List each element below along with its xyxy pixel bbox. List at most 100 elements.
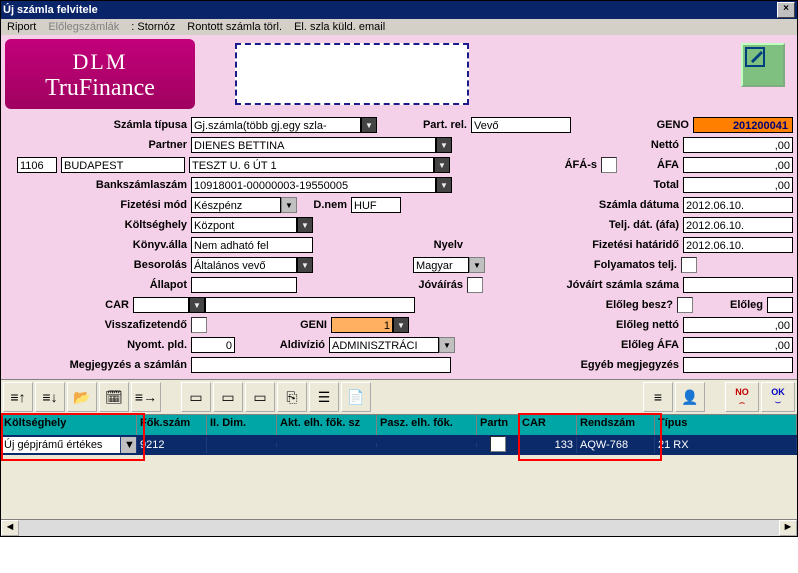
tool-sort-asc[interactable]: ≡↑ (3, 382, 33, 412)
menu-storno[interactable]: : Stornóz (131, 21, 175, 33)
col-aktelh[interactable]: Akt. elh. fők. sz (277, 415, 377, 435)
tool-card1-icon[interactable]: ▭ (181, 382, 211, 412)
cell-iidim[interactable] (207, 443, 277, 447)
label-eloleg: Előleg (693, 299, 767, 311)
field-bankszamlaszam[interactable]: 10918001-00000003-19550005 (191, 177, 436, 193)
col-paszelh[interactable]: Pasz. elh. fők. (377, 415, 477, 435)
cell-partn[interactable] (477, 434, 519, 457)
menu-rontott[interactable]: Rontott számla törl. (187, 21, 282, 33)
data-grid[interactable]: Költséghely Fők.szám II. Dim. Akt. elh. … (1, 415, 797, 536)
dropdown-fizetesi-mod[interactable]: ▼ (281, 197, 297, 213)
no-button[interactable]: NO⌢ (725, 382, 759, 412)
field-allapot (191, 277, 297, 293)
col-rendszam[interactable]: Rendszám (577, 415, 655, 435)
dropdown-besorolas[interactable]: ▼ (297, 257, 313, 273)
dropdown-koltseghely[interactable]: ▼ (297, 217, 313, 233)
field-varos[interactable]: BUDAPEST (61, 157, 185, 173)
dropdown-aldivizio[interactable]: ▼ (439, 337, 455, 353)
cell-koltseghely-drop[interactable]: ▼ (121, 437, 137, 453)
tool-user-icon[interactable]: 👤 (675, 382, 705, 412)
tool-sort-desc[interactable]: ≡↓ (35, 382, 65, 412)
field-geni[interactable]: 1 (331, 317, 393, 333)
checkbox-visszafizetendo[interactable] (191, 317, 207, 333)
dropdown-partner[interactable]: ▼ (436, 137, 452, 153)
field-egyeb[interactable] (683, 357, 793, 373)
grid-row[interactable]: Új gépjrámű értékes ▼ 9212 133 AQW-768 2… (1, 435, 797, 455)
label-eloleg-besz: Előleg besz? (533, 299, 677, 311)
tool-next-icon[interactable]: ≡→ (131, 382, 161, 412)
field-telj-dat[interactable]: 2012.06.10. (683, 217, 793, 233)
dropdown-bankszamlaszam[interactable]: ▼ (436, 177, 452, 193)
label-jovairt-szamla: Jóváírt számla száma (519, 279, 683, 291)
col-car[interactable]: CAR (519, 415, 577, 435)
field-jovairt-szamla[interactable] (683, 277, 793, 293)
cell-aktelh[interactable] (277, 443, 377, 447)
tool-right1-icon[interactable]: ≡ (643, 382, 673, 412)
tool-doc-icon[interactable]: 📄 (341, 382, 371, 412)
field-nyomt-pld[interactable]: 0 (191, 337, 235, 353)
menu-riport[interactable]: Riport (7, 21, 36, 33)
cell-fokszam[interactable]: 9212 (137, 437, 207, 453)
checkbox-eloleg-besz[interactable] (677, 297, 693, 313)
checkbox-afas[interactable] (601, 157, 617, 173)
field-dnem[interactable]: HUF (351, 197, 401, 213)
cell-paszelh[interactable] (377, 443, 477, 447)
dropdown-szamla-tipusa[interactable]: ▼ (361, 117, 377, 133)
logo-line2: TruFinance (5, 75, 195, 102)
scroll-right-icon[interactable]: ► (779, 520, 797, 536)
cell-rendszam[interactable]: AQW-768 (577, 437, 655, 453)
dropdown-cim[interactable]: ▼ (434, 157, 450, 173)
dropdown-car[interactable]: ▼ (189, 297, 205, 313)
dropdown-nyelv[interactable]: ▼ (469, 257, 485, 273)
field-cim[interactable]: TESZT U. 6 ÚT 1 (189, 157, 434, 173)
menu-bar: Riport Előlegszámlák : Stornóz Rontott s… (1, 19, 797, 35)
field-fizetesi-hatarido[interactable]: 2012.06.10. (683, 237, 793, 253)
close-icon[interactable]: × (777, 2, 795, 18)
field-car[interactable] (133, 297, 189, 313)
col-tipus[interactable]: Típus (655, 415, 797, 435)
cell-koltseghely[interactable]: Új gépjrámű értékes (1, 437, 121, 453)
field-eloleg[interactable] (767, 297, 793, 313)
field-koltseghely[interactable]: Központ (191, 217, 297, 233)
label-folyamatos-telj: Folyamatos telj. (537, 259, 681, 271)
edit-button[interactable] (741, 43, 785, 87)
label-total: Total (539, 179, 683, 191)
field-part-rel[interactable]: Vevő (471, 117, 571, 133)
scroll-left-icon[interactable]: ◄ (1, 520, 19, 536)
col-iidim[interactable]: II. Dim. (207, 415, 277, 435)
col-fokszam[interactable]: Fők.szám (137, 415, 207, 435)
checkbox-jovairas[interactable] (467, 277, 483, 293)
field-irsz[interactable]: 1106 (17, 157, 57, 173)
col-partn[interactable]: Partn (477, 415, 519, 435)
dropdown-geni[interactable]: ▼ (393, 317, 409, 333)
ok-button[interactable]: OK⌣ (761, 382, 795, 412)
field-geno: 201200041 (693, 117, 793, 133)
field-megjegyzes[interactable] (191, 357, 451, 373)
tool-folder-icon[interactable]: 📂 (67, 382, 97, 412)
cell-car[interactable]: 133 (519, 437, 577, 453)
cell-tipus[interactable]: 21 RX (655, 437, 797, 453)
scrollbar-horizontal[interactable] (19, 520, 779, 536)
tool-list-icon[interactable]: ☰ (309, 382, 339, 412)
col-koltseghely[interactable]: Költséghely (1, 415, 137, 435)
field-aldivizio[interactable]: ADMINISZTRÁCI (329, 337, 439, 353)
label-koltseghely: Költséghely (5, 219, 191, 231)
field-szamla-datuma[interactable]: 2012.06.10. (683, 197, 793, 213)
tool-card2-icon[interactable]: ▭ (213, 382, 243, 412)
tool-copy-icon[interactable]: ⎘ (277, 382, 307, 412)
field-eloleg-netto: ,00 (683, 317, 793, 333)
field-besorolas[interactable]: Általános vevő (191, 257, 297, 273)
field-nyelv[interactable]: Magyar (413, 257, 469, 273)
field-fizetesi-mod[interactable]: Készpénz (191, 197, 281, 213)
label-szamla-tipusa: Számla típusa (5, 119, 191, 131)
menu-elszla[interactable]: El. szla küld. email (294, 21, 385, 33)
label-partner: Partner (5, 139, 191, 151)
field-partner[interactable]: DIENES BETTINA (191, 137, 436, 153)
tool-calendar-icon[interactable]: 🗓 (99, 382, 129, 412)
tool-card3-icon[interactable]: ▭ (245, 382, 275, 412)
label-fizetesi-mod: Fizetési mód (5, 199, 191, 211)
drop-area[interactable] (235, 43, 469, 105)
field-total: ,00 (683, 177, 793, 193)
field-szamla-tipusa[interactable]: Gj.számla(több gj.egy szla- (191, 117, 361, 133)
checkbox-folyamatos-telj[interactable] (681, 257, 697, 273)
